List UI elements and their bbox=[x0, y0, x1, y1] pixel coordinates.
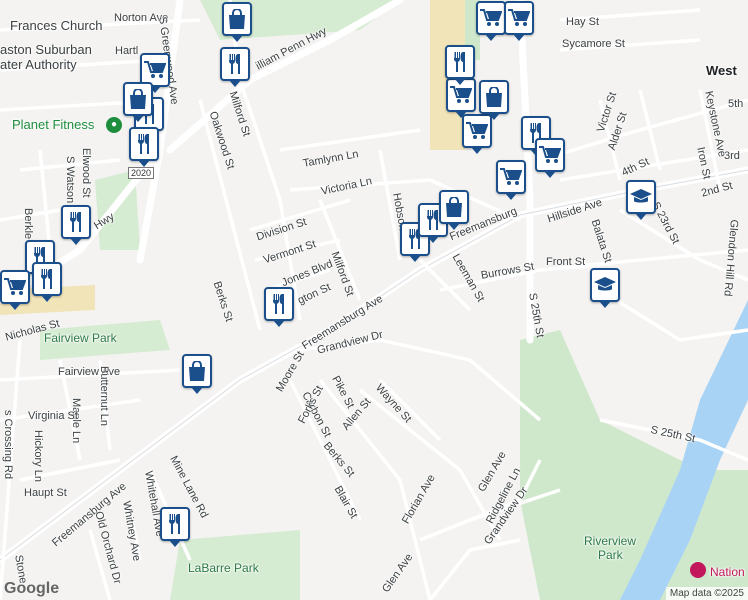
shopping-bag-icon bbox=[188, 361, 206, 381]
church-label: Frances Church bbox=[10, 18, 103, 33]
map-attribution[interactable]: Map data ©2025 bbox=[665, 587, 748, 600]
restaurant-icon bbox=[452, 52, 468, 72]
street-fairview-ave: Fairview Ave bbox=[58, 366, 121, 378]
grocery-cart-icon bbox=[480, 9, 502, 27]
map-marker-grocery-cart[interactable] bbox=[535, 138, 565, 178]
street-hickory: Hickory Ln bbox=[32, 430, 44, 482]
street-sycamore: Sycamore St bbox=[562, 38, 625, 50]
gym-pin-icon[interactable]: ● bbox=[106, 117, 122, 133]
restaurant-icon bbox=[68, 212, 84, 232]
map-marker-shopping-bag[interactable] bbox=[222, 2, 252, 42]
restaurant-icon bbox=[227, 54, 243, 74]
map-canvas[interactable]: 2020 Frances Church aston Suburban ater … bbox=[0, 0, 748, 600]
grocery-cart-icon bbox=[500, 168, 522, 186]
labarre-park-label: LaBarre Park bbox=[188, 561, 259, 575]
street-5th: 5th bbox=[728, 98, 744, 110]
map-marker-grocery-cart[interactable] bbox=[504, 1, 534, 41]
restaurant-icon bbox=[39, 269, 55, 289]
street-haupt: Haupt St bbox=[24, 487, 67, 499]
restaurant-icon bbox=[271, 294, 287, 314]
street-hay: Hay St bbox=[566, 16, 600, 28]
grocery-cart-icon bbox=[4, 278, 26, 296]
street-elwood: Elwood St bbox=[80, 148, 92, 198]
map-marker-restaurant[interactable] bbox=[61, 205, 91, 245]
map-marker-shopping-bag[interactable] bbox=[479, 80, 509, 120]
authority-label-2: ater Authority bbox=[0, 57, 77, 72]
street-butternut: Butternut Ln bbox=[98, 366, 110, 426]
street-front: Front St bbox=[546, 256, 586, 268]
map-marker-restaurant[interactable] bbox=[129, 127, 159, 167]
map-marker-school[interactable] bbox=[590, 268, 620, 308]
restaurant-icon bbox=[167, 514, 183, 534]
street-virginia: Virginia St bbox=[28, 410, 78, 422]
national-label: Nation bbox=[710, 565, 745, 579]
map-marker-grocery-cart[interactable] bbox=[496, 160, 526, 200]
map-marker-shopping-bag[interactable] bbox=[182, 354, 212, 394]
map-marker-grocery-cart[interactable] bbox=[476, 1, 506, 41]
restaurant-icon bbox=[136, 134, 152, 154]
grocery-cart-icon bbox=[508, 9, 530, 27]
map-marker-restaurant[interactable] bbox=[160, 507, 190, 547]
west-label: West bbox=[706, 63, 737, 78]
street-berkley: Berkle bbox=[22, 208, 34, 240]
fairview-park-label: Fairview Park bbox=[44, 331, 117, 345]
street-hartl: Hartl bbox=[115, 45, 139, 57]
grocery-cart-icon bbox=[144, 61, 166, 79]
grocery-cart-icon bbox=[450, 86, 472, 104]
riverview-park-label-2: Park bbox=[598, 548, 623, 562]
map-marker-restaurant[interactable] bbox=[32, 262, 62, 302]
national-pin-icon[interactable] bbox=[690, 562, 706, 578]
shopping-bag-icon bbox=[129, 89, 147, 109]
map-marker-restaurant[interactable] bbox=[445, 45, 475, 85]
route-2020-badge: 2020 bbox=[128, 167, 155, 179]
street-crossing: s Crossing Rd bbox=[2, 410, 14, 480]
shopping-bag-icon bbox=[485, 87, 503, 107]
grocery-cart-icon bbox=[539, 146, 561, 164]
map-marker-restaurant[interactable] bbox=[264, 287, 294, 327]
grocery-cart-icon bbox=[466, 122, 488, 140]
map-marker-shopping-bag[interactable] bbox=[439, 190, 469, 230]
shopping-bag-icon bbox=[228, 9, 246, 29]
map-marker-shopping-bag[interactable] bbox=[123, 82, 153, 122]
gym-label: Planet Fitness bbox=[12, 117, 95, 132]
school-icon bbox=[630, 189, 652, 205]
riverview-park-label-1: Riverview bbox=[584, 534, 637, 548]
map-marker-restaurant[interactable] bbox=[220, 47, 250, 87]
map-marker-grocery-cart[interactable] bbox=[0, 270, 30, 310]
authority-label-1: aston Suburban bbox=[0, 42, 92, 57]
shopping-bag-icon bbox=[445, 197, 463, 217]
map-marker-school[interactable] bbox=[626, 180, 656, 220]
google-logo: Google bbox=[4, 580, 60, 597]
school-icon bbox=[594, 277, 616, 293]
